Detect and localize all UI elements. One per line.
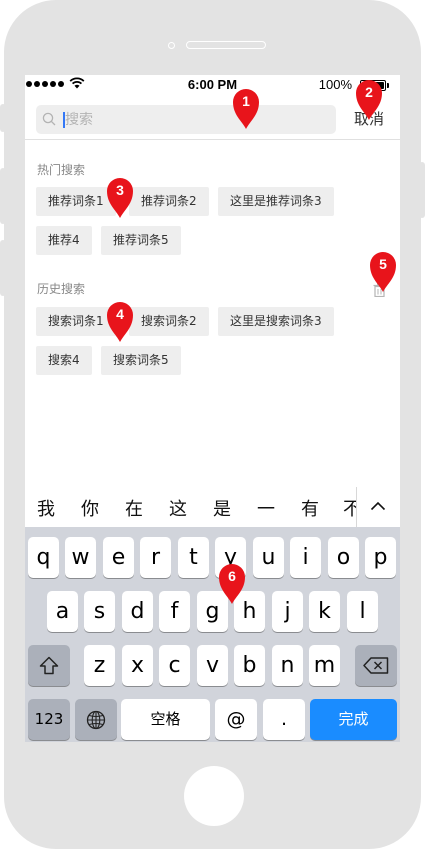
mute-switch: [0, 104, 6, 132]
search-icon: [42, 112, 56, 126]
key-v[interactable]: v: [197, 645, 228, 686]
key-p[interactable]: p: [365, 537, 396, 578]
key-o[interactable]: o: [328, 537, 359, 578]
candidate-bar: 我 你 在 这 是 一 有 不: [25, 487, 400, 527]
hot-tag[interactable]: 推荐词条1: [36, 187, 116, 216]
candidate-word[interactable]: 我: [37, 495, 55, 521]
key-x[interactable]: x: [122, 645, 153, 686]
history-tag[interactable]: 搜索4: [36, 346, 92, 375]
hot-tag[interactable]: 推荐4: [36, 226, 92, 255]
key-l[interactable]: l: [347, 591, 378, 632]
key-t[interactable]: t: [178, 537, 209, 578]
volume-up-button: [0, 168, 6, 224]
space-key[interactable]: 空格: [121, 699, 210, 740]
status-bar: 6:00 PM 100%: [25, 75, 400, 95]
header-divider: [25, 139, 400, 140]
history-tag[interactable]: 搜索词条2: [129, 307, 209, 336]
candidate-separator: [356, 487, 357, 527]
volume-down-button: [0, 240, 6, 296]
key-u[interactable]: u: [253, 537, 284, 578]
history-search-title: 历史搜索: [37, 282, 86, 296]
delete-key[interactable]: [355, 645, 397, 686]
history-tag[interactable]: 搜索词条5: [101, 346, 181, 375]
backspace-icon: [363, 657, 389, 674]
search-input[interactable]: [65, 105, 325, 134]
annotation-marker-5: 5: [369, 251, 397, 293]
candidate-word[interactable]: 是: [213, 495, 231, 521]
hot-tag[interactable]: 推荐词条5: [101, 226, 181, 255]
keyboard: q w e r t y u i o p a s d f g h j k l z …: [25, 527, 400, 742]
key-n[interactable]: n: [272, 645, 303, 686]
key-d[interactable]: d: [122, 591, 153, 632]
numbers-key[interactable]: 123: [28, 699, 70, 740]
home-button[interactable]: [184, 766, 244, 826]
key-q[interactable]: q: [28, 537, 59, 578]
key-k[interactable]: k: [309, 591, 340, 632]
collapse-candidates-button[interactable]: [356, 487, 400, 527]
chevron-up-icon: [370, 501, 386, 511]
key-z[interactable]: z: [84, 645, 115, 686]
candidate-word[interactable]: 在: [125, 495, 143, 521]
annotation-marker-6: 6: [218, 563, 246, 605]
front-camera: [168, 42, 175, 49]
key-w[interactable]: w: [65, 537, 96, 578]
hot-search-title: 热门搜索: [37, 163, 86, 177]
done-key[interactable]: 完成: [310, 699, 397, 740]
key-i[interactable]: i: [290, 537, 321, 578]
hot-tag[interactable]: 这里是推荐词条3: [218, 187, 334, 216]
annotation-marker-1: 1: [232, 88, 260, 130]
key-f[interactable]: f: [159, 591, 190, 632]
candidate-word[interactable]: 这: [169, 495, 187, 521]
history-tag[interactable]: 搜索词条1: [36, 307, 116, 336]
shift-icon: [39, 656, 59, 675]
annotation-marker-4: 4: [106, 301, 134, 343]
at-key[interactable]: @: [215, 699, 257, 740]
earpiece: [186, 41, 266, 49]
power-button: [419, 162, 425, 218]
hot-tag[interactable]: 推荐词条2: [129, 187, 209, 216]
battery-tip: [387, 83, 389, 88]
period-key[interactable]: .: [263, 699, 305, 740]
globe-key[interactable]: [75, 699, 117, 740]
candidate-word[interactable]: 一: [257, 495, 275, 521]
history-tag[interactable]: 这里是搜索词条3: [218, 307, 334, 336]
annotation-marker-3: 3: [106, 177, 134, 219]
annotation-marker-2: 2: [355, 79, 383, 121]
screen: 6:00 PM 100% 取消 热门搜索 推荐词条1 推荐词条2 这里是推荐词条…: [25, 75, 400, 742]
candidate-word[interactable]: 你: [81, 495, 99, 521]
key-e[interactable]: e: [103, 537, 134, 578]
key-r[interactable]: r: [140, 537, 171, 578]
search-bar[interactable]: [36, 105, 336, 134]
shift-key[interactable]: [28, 645, 70, 686]
key-j[interactable]: j: [272, 591, 303, 632]
key-b[interactable]: b: [234, 645, 265, 686]
key-c[interactable]: c: [159, 645, 190, 686]
key-m[interactable]: m: [309, 645, 340, 686]
battery-percentage: 100%: [318, 77, 352, 92]
key-s[interactable]: s: [84, 591, 115, 632]
key-a[interactable]: a: [47, 591, 78, 632]
candidate-word[interactable]: 有: [301, 495, 319, 521]
globe-icon: [86, 710, 106, 730]
